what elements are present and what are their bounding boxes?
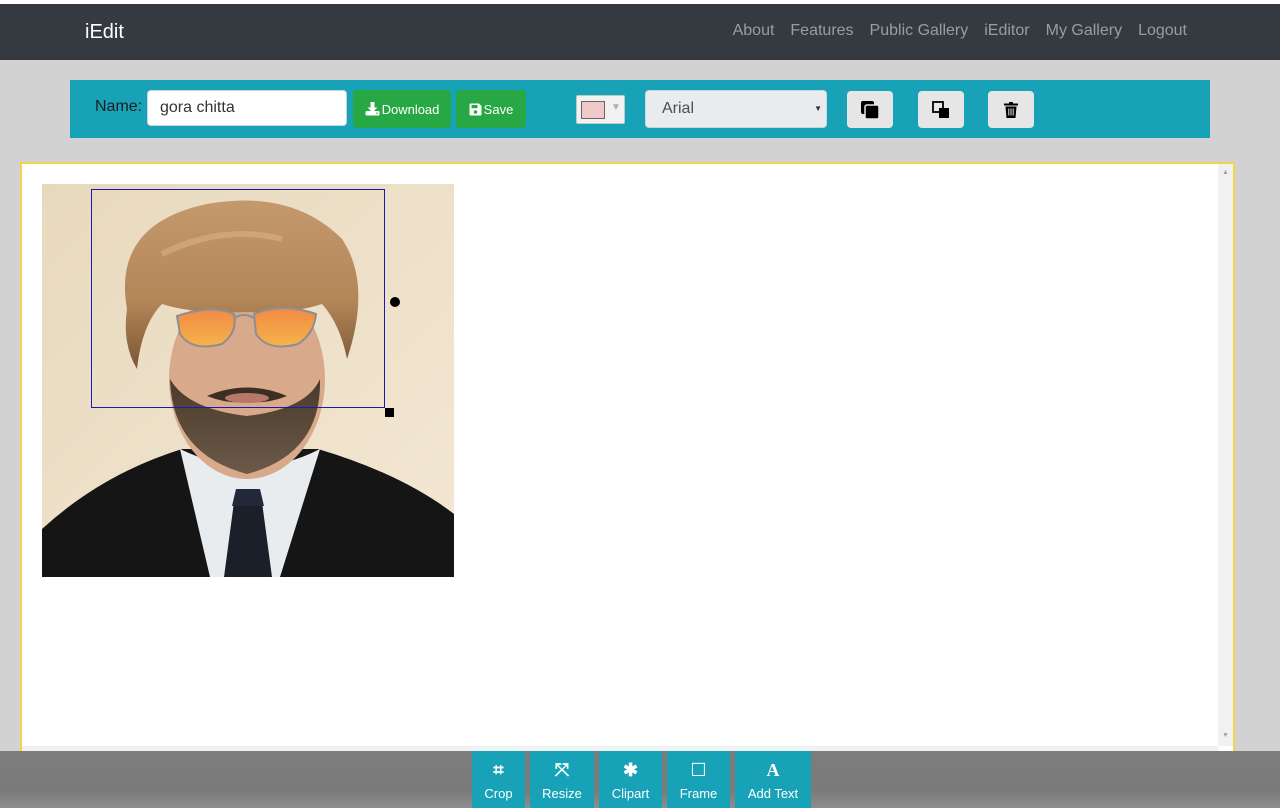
color-swatch [581,101,605,119]
save-label: Save [483,101,514,117]
edited-photo[interactable] [42,184,454,577]
nav-logout[interactable]: Logout [1138,22,1187,40]
scroll-up-icon[interactable]: ▲ [1222,169,1229,176]
tool-buttons: ⌗ Crop ⤧ Resize ✱ Clipart ☐ Frame A Add … [472,751,811,808]
trash-icon [1004,101,1018,118]
save-icon [469,103,482,115]
font-select[interactable]: Arial ▼ [645,90,827,128]
square-icon: ☐ [690,760,707,780]
send-backward-button[interactable] [918,91,964,128]
brand-logo[interactable]: iEdit [85,21,124,44]
nav-links: About Features Public Gallery iEditor My… [733,22,1187,40]
font-select-value: Arial [662,100,695,117]
font-icon: A [766,760,780,780]
resize-handle[interactable] [385,408,394,417]
add-text-label: Add Text [747,786,799,801]
editor-canvas[interactable]: ▲ ▼ [20,162,1235,762]
download-icon [365,102,380,116]
select-caret-icon: ▼ [814,104,822,113]
editor-toolbar: Name: Download Save ▼ Arial ▼ [70,80,1210,138]
save-button[interactable]: Save [456,90,526,128]
text-color-picker[interactable]: ▼ [576,95,625,124]
clipart-tool-button[interactable]: ✱ Clipart [599,751,662,808]
chevron-down-icon: ▼ [611,102,621,113]
asterisk-icon: ✱ [622,760,639,780]
frame-tool-button[interactable]: ☐ Frame [667,751,730,808]
nav-ieditor[interactable]: iEditor [984,22,1029,40]
bring-forward-icon [861,100,880,120]
vertical-scrollbar[interactable]: ▲ ▼ [1218,164,1233,746]
clipart-label: Clipart [611,786,650,801]
delete-button[interactable] [988,91,1034,128]
rotate-handle[interactable] [390,297,400,307]
bring-forward-button[interactable] [847,91,893,128]
scroll-down-icon[interactable]: ▼ [1222,732,1229,739]
nav-public-gallery[interactable]: Public Gallery [870,22,969,40]
nav-about[interactable]: About [733,22,775,40]
crop-icon: ⌗ [493,760,504,780]
navbar: iEdit About Features Public Gallery iEdi… [0,4,1280,60]
resize-label: Resize [542,786,582,801]
nav-features[interactable]: Features [790,22,853,40]
resize-tool-button[interactable]: ⤧ Resize [530,751,594,808]
download-label: Download [381,101,440,117]
photo-image [42,184,454,577]
expand-icon: ⤧ [554,760,570,780]
nav-my-gallery[interactable]: My Gallery [1046,22,1122,40]
name-input[interactable] [147,90,347,126]
frame-label: Frame [679,786,718,801]
add-text-tool-button[interactable]: A Add Text [735,751,811,808]
send-backward-icon [932,100,949,118]
download-button[interactable]: Download [353,90,451,128]
crop-label: Crop [484,786,513,801]
crop-tool-button[interactable]: ⌗ Crop [472,751,525,808]
name-label: Name: [95,98,143,115]
